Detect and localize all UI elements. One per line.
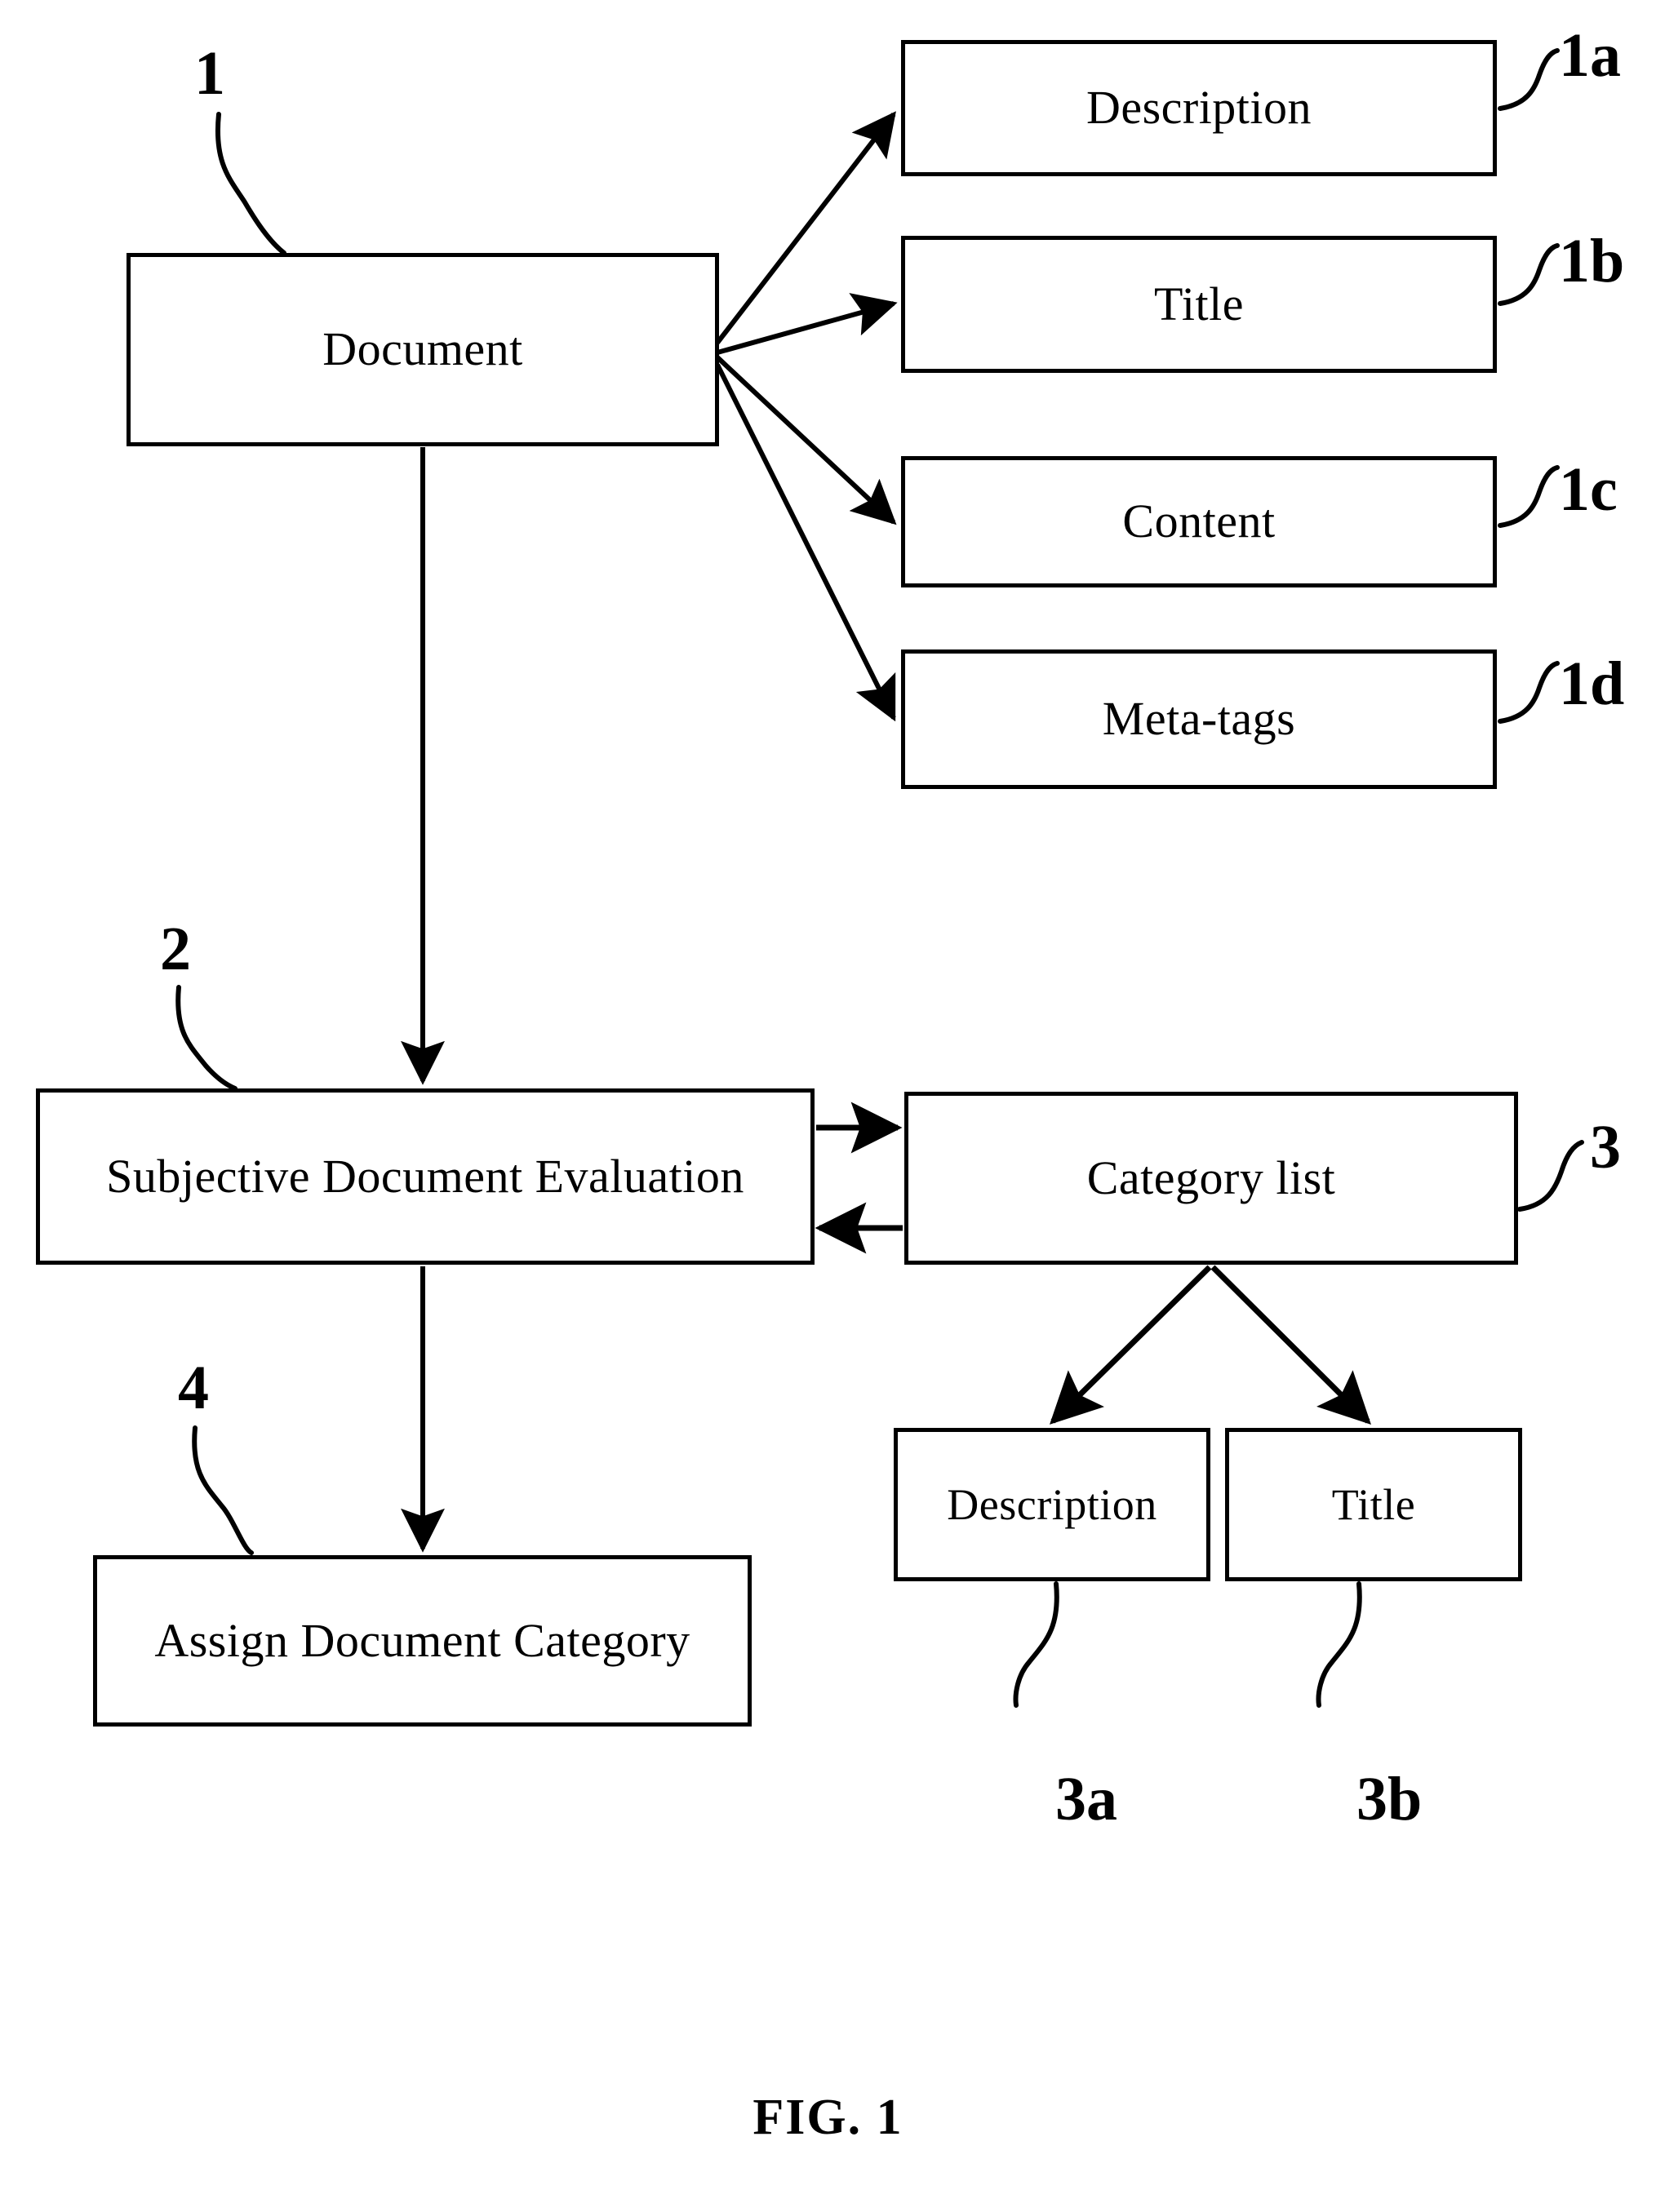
patent-figure-sheet: Document Description Title Content Meta-… [0,0,1656,2212]
node-content-field-label: Content [1122,494,1276,548]
reference-numeral-4: 4 [178,1354,209,1422]
node-assign-document-category-label: Assign Document Category [154,1613,690,1667]
reference-numeral-1b: 1b [1559,227,1625,295]
node-document[interactable]: Document [127,253,719,446]
node-subjective-document-evaluation[interactable]: Subjective Document Evaluation [36,1088,815,1265]
reference-numeral-3: 3 [1590,1113,1621,1181]
reference-numeral-1d: 1d [1559,649,1625,718]
node-assign-document-category[interactable]: Assign Document Category [93,1555,752,1727]
reference-numeral-3a: 3a [1055,1765,1117,1833]
document-fanout-arrows [715,111,898,722]
leader-line-1c [1498,465,1560,528]
leader-line-4 [192,1425,254,1555]
leader-line-3b [1316,1581,1362,1708]
node-document-label: Document [322,322,523,376]
leader-line-1b [1498,243,1560,306]
reference-numeral-1c: 1c [1559,455,1618,524]
node-description-field[interactable]: Description [901,40,1497,176]
leader-line-1a [1498,48,1560,111]
node-description-field-label: Description [1086,81,1312,135]
category-list-fanout-arrows [1050,1265,1371,1425]
node-metatags-field-label: Meta-tags [1102,692,1296,746]
arrow-category-list-to-description [1050,1265,1212,1425]
node-metatags-field[interactable]: Meta-tags [901,649,1497,789]
node-category-title[interactable]: Title [1225,1428,1522,1581]
node-category-list[interactable]: Category list [904,1092,1518,1265]
arrow-document-to-content [715,355,897,525]
reference-numeral-1: 1 [194,39,225,108]
node-category-description[interactable]: Description [894,1428,1210,1581]
arrow-document-to-metatags [715,363,896,722]
leader-line-3 [1517,1140,1584,1212]
node-category-description-label: Description [947,1479,1157,1529]
figure-caption: FIG. 1 [753,2090,903,2145]
leader-line-2 [175,985,238,1091]
node-title-field[interactable]: Title [901,236,1497,373]
leader-line-1d [1498,661,1560,724]
node-category-title-label: Title [1331,1479,1416,1529]
node-subjective-document-evaluation-label: Subjective Document Evaluation [106,1149,744,1203]
leader-line-1 [215,112,286,255]
node-title-field-label: Title [1154,277,1244,330]
reference-numeral-1a: 1a [1559,21,1621,90]
reference-numeral-3b: 3b [1356,1765,1423,1833]
node-category-list-label: Category list [1086,1150,1336,1204]
leader-line-3a [1013,1581,1059,1708]
node-content-field[interactable]: Content [901,456,1497,587]
arrow-category-list-to-title [1210,1265,1371,1425]
reference-numeral-2: 2 [160,915,191,983]
